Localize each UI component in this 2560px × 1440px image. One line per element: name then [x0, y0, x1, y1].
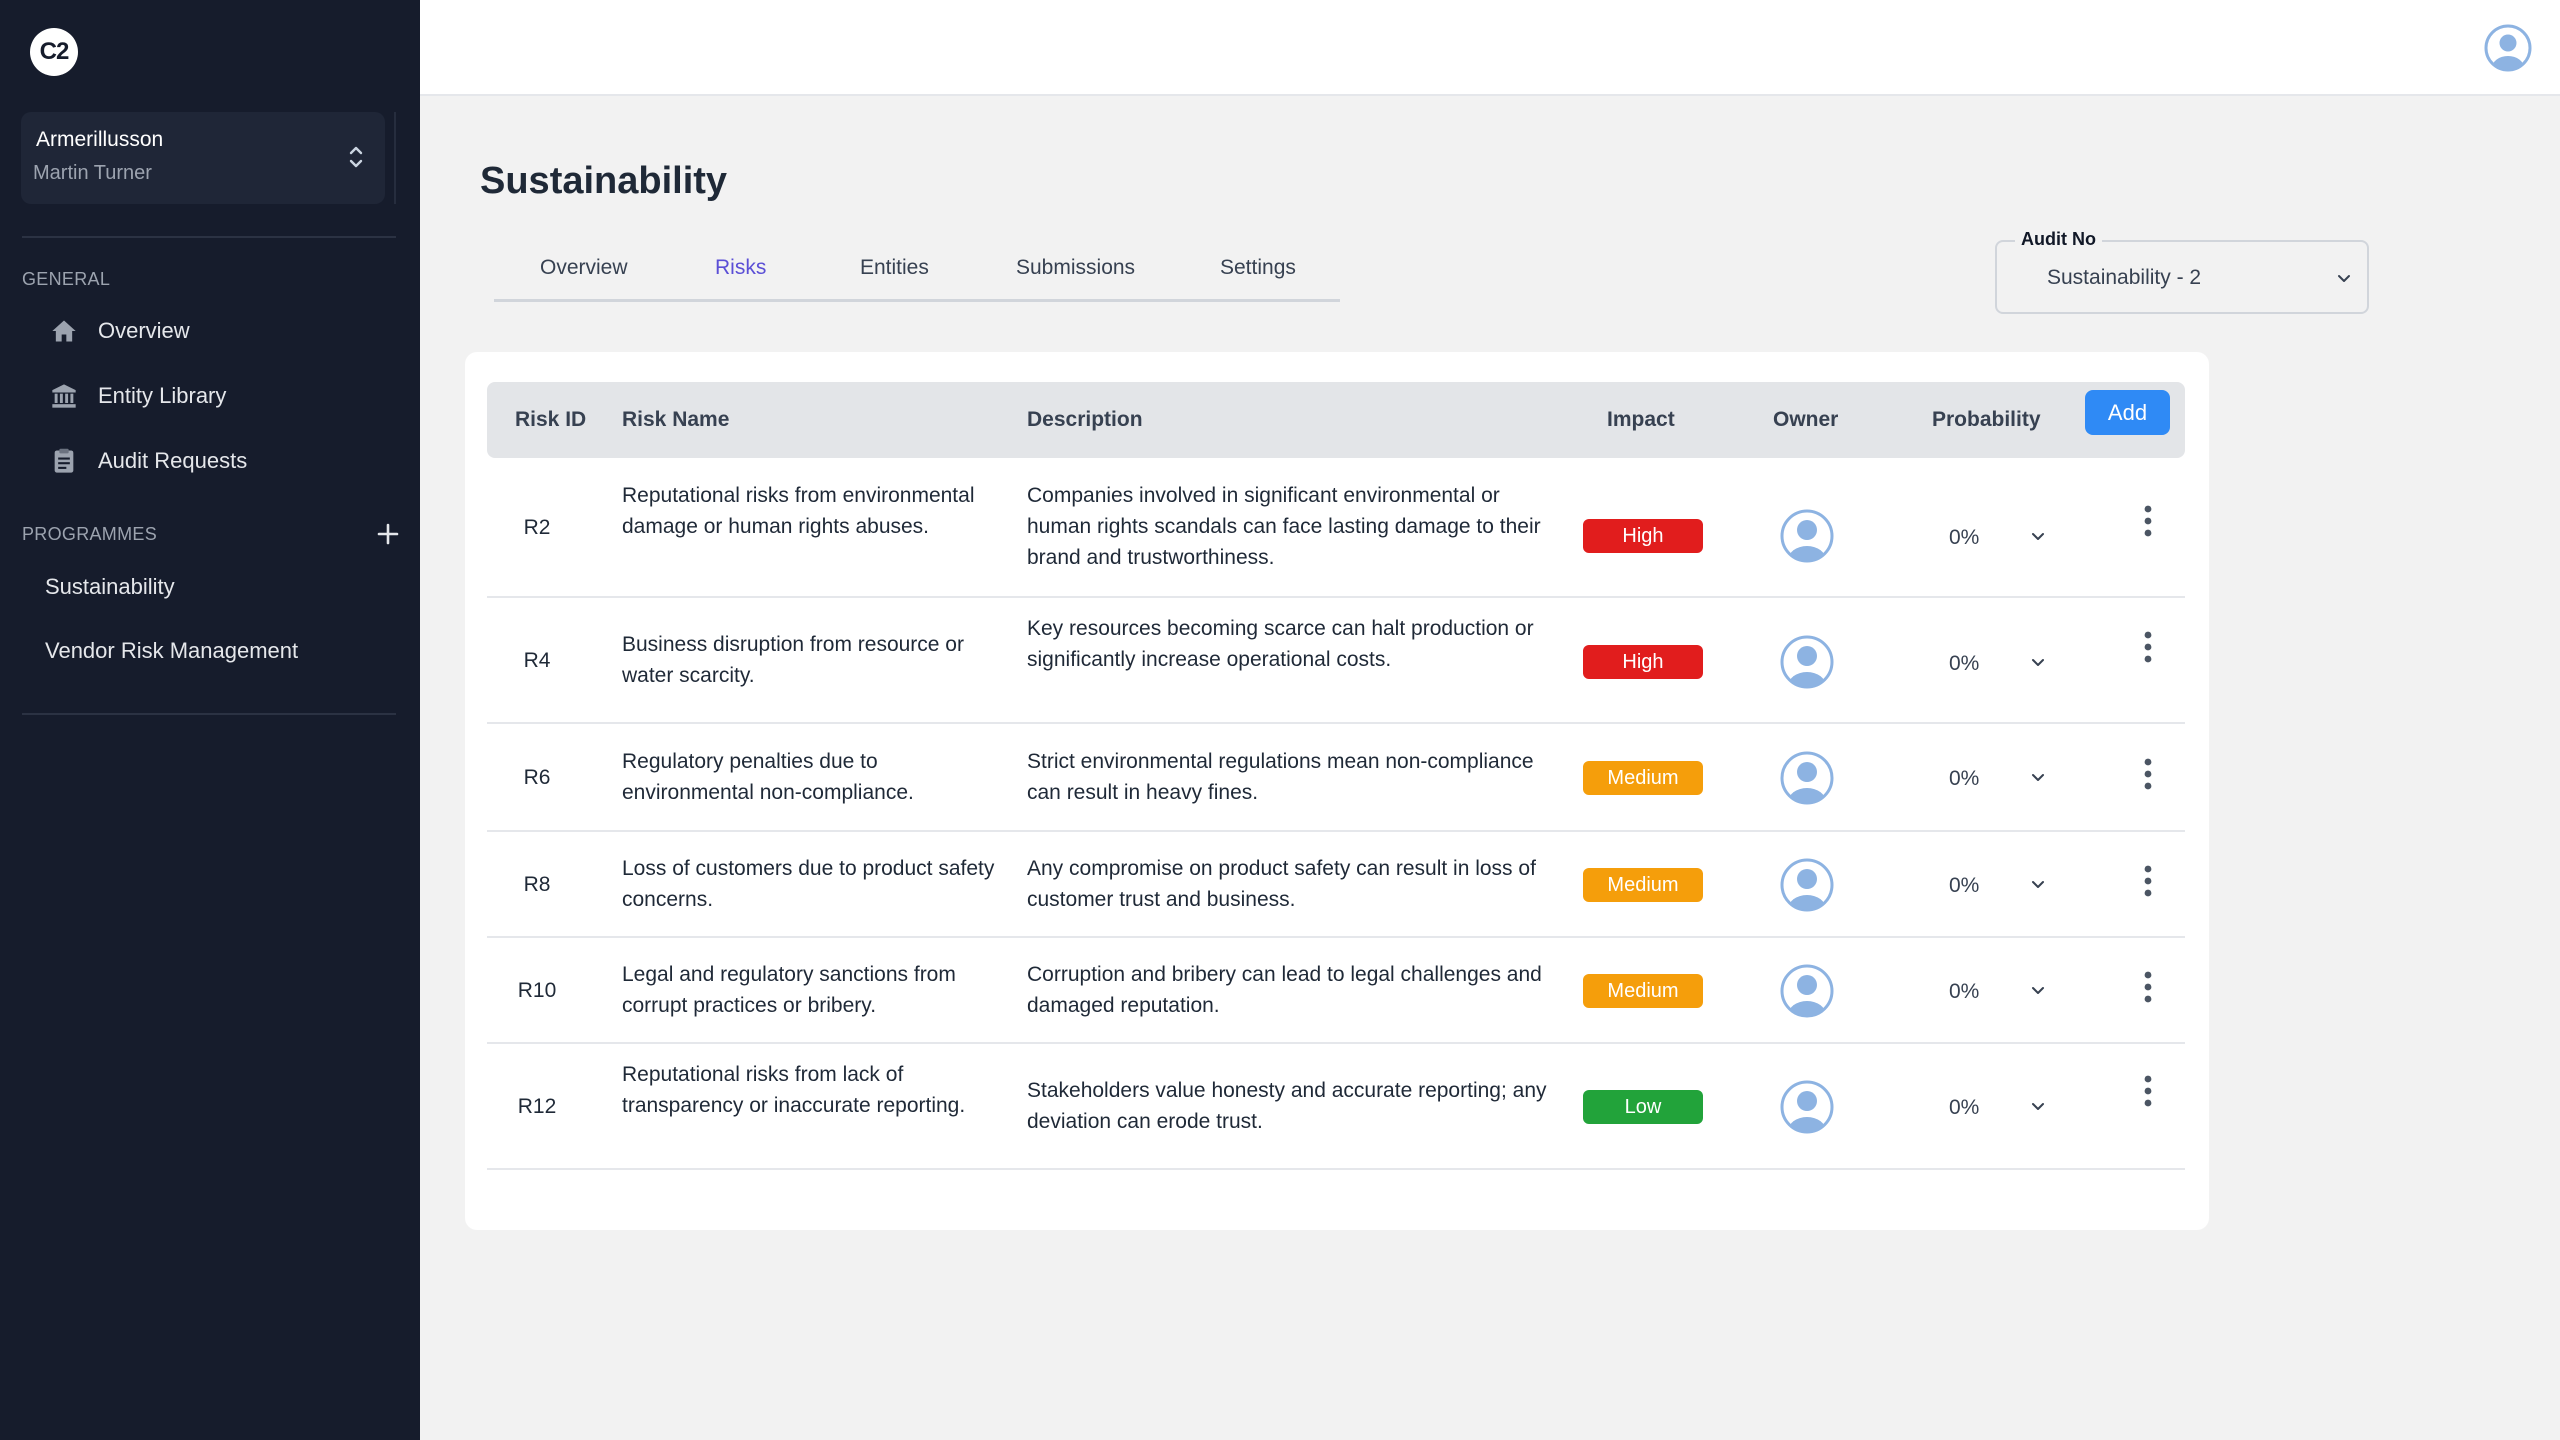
risk-id: R4 — [523, 649, 551, 672]
sidebar-item-sustainability[interactable]: Sustainability — [45, 574, 175, 600]
owner-avatar-icon[interactable] — [1779, 857, 1835, 913]
audit-no-value: Sustainability - 2 — [2047, 266, 2202, 289]
sidebar-divider — [22, 236, 396, 238]
sidebar-vertical-divider — [394, 112, 396, 204]
org-user-name: Martin Turner — [33, 162, 152, 184]
org-name: Armerillusson — [36, 128, 164, 151]
header-risk-name: Risk Name — [622, 408, 730, 431]
sidebar-item-label: Overview — [98, 318, 190, 343]
org-switcher[interactable]: Armerillusson Martin Turner — [21, 112, 385, 204]
add-risk-button[interactable]: Add — [2085, 390, 2170, 435]
chevron-down-icon[interactable] — [2028, 980, 2048, 1000]
probability-value: 0% — [1949, 1096, 1980, 1119]
risk-id: R6 — [523, 766, 551, 789]
impact-badge: Low — [1583, 1090, 1703, 1124]
probability-value: 0% — [1949, 767, 1980, 790]
impact-badge: Medium — [1583, 974, 1703, 1008]
impact-badge: Medium — [1583, 868, 1703, 902]
probability-value: 0% — [1949, 652, 1980, 675]
home-icon — [48, 315, 80, 347]
owner-avatar-icon[interactable] — [1779, 963, 1835, 1019]
more-options-icon[interactable] — [2140, 757, 2156, 791]
table-row: R8 Loss of customers due to product safe… — [487, 832, 2185, 938]
sidebar-item-entity-library[interactable]: Entity Library — [48, 376, 226, 416]
impact-badge: Medium — [1583, 761, 1703, 795]
table-row: R4 Business disruption from resource or … — [487, 598, 2185, 724]
risk-name: Legal and regulatory sanctions from corr… — [622, 963, 956, 1017]
tab-entities[interactable]: Entities — [860, 256, 929, 280]
owner-avatar-icon[interactable] — [1779, 1079, 1835, 1135]
risk-name: Reputational risks from environmental da… — [622, 484, 975, 538]
tab-overview[interactable]: Overview — [540, 256, 628, 280]
impact-badge: High — [1583, 519, 1703, 553]
more-options-icon[interactable] — [2140, 504, 2156, 538]
page-title: Sustainability — [480, 160, 728, 202]
sidebar-item-label: Audit Requests — [98, 448, 248, 473]
risk-id: R2 — [523, 516, 551, 539]
table-row: R6 Regulatory penalties due to environme… — [487, 724, 2185, 832]
table-row: R12 Reputational risks from lack of tran… — [487, 1044, 2185, 1170]
risk-description: Companies involved in significant enviro… — [1027, 484, 1541, 569]
sidebar-item-vendor-risk-management[interactable]: Vendor Risk Management — [45, 638, 298, 664]
top-bar — [420, 0, 2560, 96]
probability-value: 0% — [1949, 526, 1980, 549]
more-options-icon[interactable] — [2140, 1074, 2156, 1108]
table-row: R10 Legal and regulatory sanctions from … — [487, 938, 2185, 1044]
header-risk-id: Risk ID — [515, 408, 587, 431]
app-logo[interactable]: C2 — [30, 28, 78, 76]
more-options-icon[interactable] — [2140, 970, 2156, 1004]
impact-badge: High — [1583, 645, 1703, 679]
tab-risks[interactable]: Risks — [715, 256, 766, 280]
chevron-down-icon[interactable] — [2028, 652, 2048, 672]
probability-value: 0% — [1949, 980, 1980, 1003]
header-probability: Probability — [1932, 408, 2041, 431]
sidebar-item-audit-requests[interactable]: Audit Requests — [48, 441, 247, 481]
risk-name: Reputational risks from lack of transpar… — [622, 1063, 966, 1117]
owner-avatar-icon[interactable] — [1779, 508, 1835, 564]
sidebar-item-overview[interactable]: Overview — [48, 311, 190, 351]
risk-id: R12 — [517, 1095, 557, 1118]
risk-name: Loss of customers due to product safety … — [622, 857, 995, 911]
header-impact: Impact — [1607, 408, 1675, 431]
risk-description: Strict environmental regulations mean no… — [1027, 750, 1534, 804]
chevron-down-icon[interactable] — [2028, 526, 2048, 546]
add-programme-plus-icon[interactable] — [374, 520, 402, 548]
sidebar-item-label: Entity Library — [98, 383, 227, 408]
bank-icon — [48, 380, 80, 412]
tab-submissions[interactable]: Submissions — [1016, 256, 1135, 280]
sidebar-divider — [22, 713, 396, 715]
risk-description: Key resources becoming scarce can halt p… — [1027, 617, 1534, 671]
risk-description: Stakeholders value honesty and accurate … — [1027, 1079, 1547, 1133]
tab-bar: Overview Risks Entities Submissions Sett… — [494, 248, 1340, 302]
risk-id: R10 — [517, 979, 557, 1002]
general-section-label: GENERAL — [22, 269, 111, 289]
header-description: Description — [1027, 408, 1143, 431]
chevron-down-icon[interactable] — [2028, 1096, 2048, 1116]
risk-description: Corruption and bribery can lead to legal… — [1027, 963, 1542, 1017]
chevron-down-icon — [2338, 275, 2350, 282]
risk-id: R8 — [523, 873, 551, 896]
header-owner: Owner — [1773, 408, 1839, 431]
audit-no-select[interactable]: Audit No Sustainability - 2 — [1995, 229, 2369, 314]
sidebar: C2 Armerillusson Martin Turner GENERAL O… — [0, 0, 420, 1440]
table-header: Risk ID Risk Name Description Impact Own… — [487, 382, 2185, 458]
risk-name: Business disruption from resource or wat… — [622, 633, 964, 687]
owner-avatar-icon[interactable] — [1779, 750, 1835, 806]
audit-no-label: Audit No — [2015, 229, 2102, 250]
chevron-down-icon[interactable] — [2028, 874, 2048, 894]
chevrons-up-down-icon — [349, 146, 363, 168]
chevron-down-icon[interactable] — [2028, 767, 2048, 787]
probability-value: 0% — [1949, 874, 1980, 897]
owner-avatar-icon[interactable] — [1779, 634, 1835, 690]
risk-description: Any compromise on product safety can res… — [1027, 857, 1536, 911]
table-row: R2 Reputational risks from environmental… — [487, 458, 2185, 598]
clipboard-icon — [48, 445, 80, 477]
user-avatar-icon[interactable] — [2484, 24, 2532, 72]
programmes-section-label: PROGRAMMES — [22, 524, 158, 544]
tab-settings[interactable]: Settings — [1220, 256, 1296, 280]
more-options-icon[interactable] — [2140, 864, 2156, 898]
risk-name: Regulatory penalties due to environmenta… — [622, 750, 914, 804]
more-options-icon[interactable] — [2140, 630, 2156, 664]
